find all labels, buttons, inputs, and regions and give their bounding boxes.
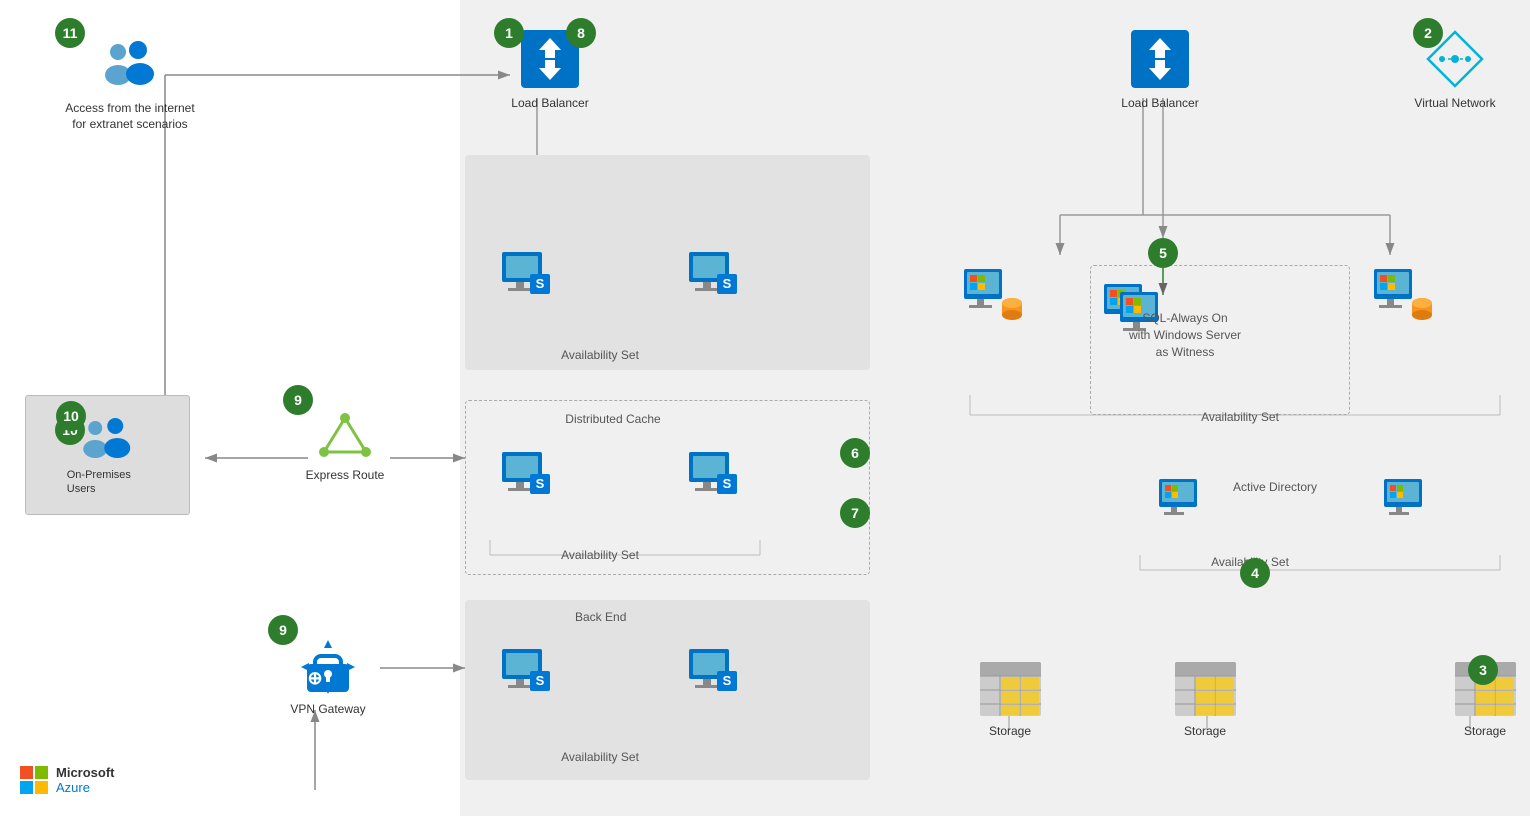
badge-6: 6 [840, 438, 870, 468]
badge-9a: 9 [283, 385, 313, 415]
web-fe-vm1-icon: S [498, 248, 556, 300]
availability-set-right-label-1: Availability Set [1170, 410, 1310, 424]
express-route-label: Express Route [306, 468, 385, 484]
on-premises-box: 10 On-Premises Users [25, 395, 190, 515]
azure-square-green [35, 766, 48, 779]
azure-square-red [20, 766, 33, 779]
back-end-vm2-icon: S [685, 645, 743, 697]
storage2-label: Storage [1184, 724, 1226, 740]
availability-set-label-1: Availability Set [540, 348, 660, 362]
badge-5: 5 [1148, 238, 1178, 268]
access-internet-label: Access from the internet for extranet sc… [65, 101, 195, 132]
access-internet-node: Access from the internet for extranet sc… [60, 40, 200, 132]
svg-text:S: S [536, 673, 545, 688]
storage1-label: Storage [989, 724, 1031, 740]
dist-cache-vm2-icon: S [685, 448, 743, 500]
badge-10-inner: 10 [56, 401, 86, 431]
ad-vm2-node [1380, 475, 1435, 525]
dist-cache-vm1-icon: S [498, 448, 556, 500]
virtual-network-node: Virtual Network [1395, 28, 1515, 112]
svg-text:⊕: ⊕ [307, 668, 322, 688]
storage3-label: Storage [1464, 724, 1506, 740]
azure-squares-icon [20, 766, 48, 794]
load-balancer-left-label: Load Balancer [511, 96, 588, 112]
availability-set-label-2: Availability Set [540, 548, 660, 562]
on-premises-users-icon [78, 416, 138, 466]
badge-1: 1 [494, 18, 524, 48]
back-end-label: Back End [575, 610, 626, 624]
on-premises-label: On-Premises Users [67, 468, 149, 497]
badge-4: 4 [1240, 558, 1270, 588]
web-fe-vm2-icon: S [685, 248, 743, 300]
web-fe-vm1-node: S [498, 248, 556, 300]
microsoft-label: Microsoft [56, 765, 115, 781]
dist-cache-vm2-node: S [685, 448, 743, 500]
people-icon [98, 40, 163, 95]
storage1-icon [978, 660, 1043, 718]
vpn-gateway-label: VPN Gateway [290, 702, 365, 718]
availability-set-label-3: Availability Set [540, 750, 660, 764]
badge-11: 11 [55, 18, 85, 48]
svg-text:S: S [536, 276, 545, 291]
virtual-network-label: Virtual Network [1414, 96, 1495, 112]
active-directory-label: Active Directory [1220, 480, 1330, 494]
sql-vm3-icon [1370, 265, 1435, 323]
azure-logo: Microsoft Azure [20, 765, 115, 796]
badge-8: 8 [566, 18, 596, 48]
azure-square-yellow [35, 781, 48, 794]
storage2-icon [1173, 660, 1238, 718]
load-balancer-right-node: Load Balancer [1110, 28, 1210, 112]
ad-vm1-icon [1155, 475, 1210, 525]
diagram: Web Front End [0, 0, 1530, 816]
badge-3: 3 [1468, 655, 1498, 685]
express-route-icon [316, 410, 374, 462]
vpn-gateway-icon: ⊕ [299, 638, 357, 696]
sql-vm1-node [960, 265, 1025, 323]
load-balancer-right-icon [1129, 28, 1191, 90]
svg-text:S: S [723, 476, 732, 491]
storage1-node: Storage [960, 660, 1060, 740]
badge-9b: 9 [268, 615, 298, 645]
distributed-cache-label: Distributed Cache [548, 412, 678, 426]
vpn-gateway-node: ⊕ VPN Gateway [268, 638, 388, 718]
sql-always-on-label: SQL-Always Onwith Windows Serveras Witne… [1095, 310, 1275, 360]
storage2-node: Storage [1155, 660, 1255, 740]
azure-label: Azure [56, 780, 115, 796]
back-end-vm1-node: S [498, 645, 556, 697]
svg-text:S: S [723, 276, 732, 291]
svg-text:S: S [723, 673, 732, 688]
back-end-vm1-icon: S [498, 645, 556, 697]
sql-vm1-icon [960, 265, 1025, 323]
express-route-node: Express Route [285, 410, 405, 484]
back-end-vm2-node: S [685, 645, 743, 697]
load-balancer-right-label: Load Balancer [1121, 96, 1198, 112]
ad-vm2-icon [1380, 475, 1435, 525]
dist-cache-vm1-node: S [498, 448, 556, 500]
ad-vm1-node [1155, 475, 1210, 525]
web-fe-vm2-node: S [685, 248, 743, 300]
azure-square-blue [20, 781, 33, 794]
azure-text: Microsoft Azure [56, 765, 115, 796]
badge-2: 2 [1413, 18, 1443, 48]
svg-text:S: S [536, 476, 545, 491]
badge-7: 7 [840, 498, 870, 528]
sql-vm3-node [1370, 265, 1435, 323]
